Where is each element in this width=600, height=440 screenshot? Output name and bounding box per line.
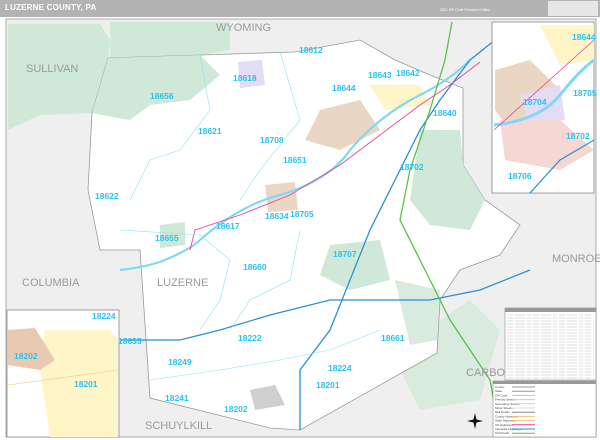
zip-label: 18661	[381, 333, 405, 343]
legend-label: Toll Roads	[495, 431, 510, 435]
state-game-lands	[110, 22, 230, 58]
zip-index-table	[504, 307, 597, 381]
county-map[interactable]: WYOMING SULLIVAN COLUMBIA LUZERNE SCHUYL…	[0, 17, 600, 440]
zip-label: 18706	[508, 171, 532, 181]
zip-label: 18644	[332, 83, 356, 93]
zip-label: 18643	[368, 70, 392, 80]
wilkes-barre-inset[interactable]: 18644 18705 18704 18702 18706	[491, 21, 597, 194]
county-label: SULLIVAN	[26, 63, 78, 75]
zip-label: 18224	[328, 363, 352, 373]
zip-label: 18702	[400, 162, 424, 172]
market-maps-logo	[548, 1, 598, 16]
county-label: SCHUYLKILL	[145, 420, 212, 432]
zip-label: 18707	[333, 249, 357, 259]
zip-label: 18635	[118, 336, 142, 346]
zip-label: 18621	[198, 126, 222, 136]
county-label: LUZERNE	[157, 277, 208, 289]
zip-label: 18201	[74, 379, 98, 389]
map-header: LUZERNE COUNTY, PA 2021 ZIP Code Premium…	[0, 0, 600, 17]
zip-label: 18622	[95, 191, 119, 201]
zip-label: 18656	[150, 91, 174, 101]
zip-label: 18702	[566, 131, 590, 141]
zip-label: 18222	[238, 333, 262, 343]
zip-label: 18201	[316, 380, 340, 390]
zip-label: 18224	[92, 311, 116, 321]
zip-label: 18202	[14, 351, 38, 361]
hazleton-inset[interactable]: 18224 18202 18201	[6, 309, 120, 438]
zip-label: 18618	[233, 73, 257, 83]
zip-label: 18640	[433, 108, 457, 118]
zip-label: 18655	[155, 233, 179, 243]
zip-label: 18644	[572, 32, 596, 42]
zip-label: 18642	[396, 68, 420, 78]
county-label: COLUMBIA	[22, 277, 80, 289]
zip-label: 18708	[260, 135, 284, 145]
zip-label: 18617	[216, 221, 240, 231]
map-legend: CountyStateZIP CodePrimary StreetsSecond…	[492, 380, 597, 438]
zip-label: 18705	[290, 209, 314, 219]
zip-label: 18612	[299, 45, 323, 55]
zip-label: 18704	[523, 97, 547, 107]
county-label: WYOMING	[216, 22, 271, 34]
zip-label: 18634	[265, 211, 289, 221]
map-title: LUZERNE COUNTY, PA	[5, 3, 97, 12]
zip-label: 18705	[573, 88, 597, 98]
county-label: MONROE	[552, 253, 600, 265]
zip-label: 18241	[165, 393, 189, 403]
zip-label: 18202	[224, 404, 248, 414]
edition-label: 2021 ZIP Code Premium Edition	[440, 8, 491, 12]
zip-label: 18249	[168, 357, 192, 367]
zip-label: 18651	[283, 155, 307, 165]
zip-label: 18660	[243, 262, 267, 272]
